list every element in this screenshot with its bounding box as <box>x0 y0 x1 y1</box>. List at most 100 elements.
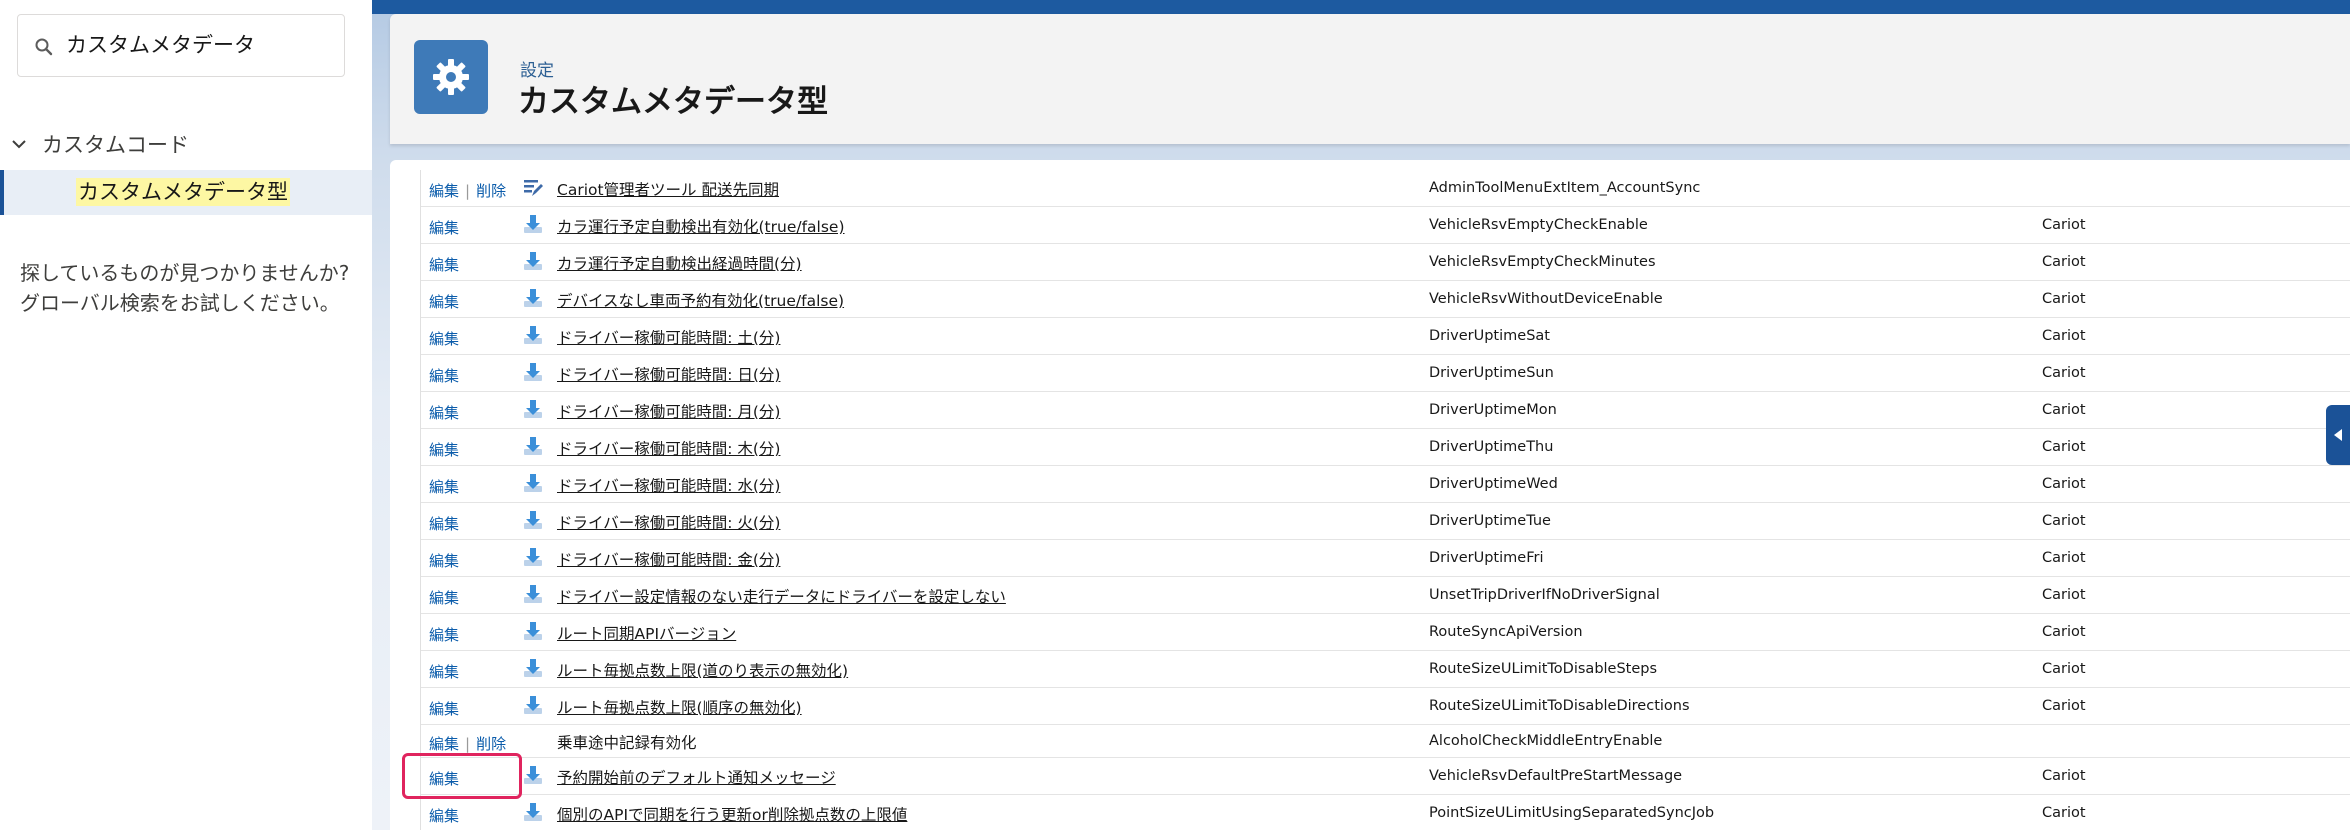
edit-link[interactable]: 編集 <box>429 552 459 570</box>
edit-link[interactable]: 編集 <box>429 663 459 681</box>
row-actions: 編集 <box>429 661 459 682</box>
edit-link[interactable]: 編集 <box>429 700 459 718</box>
row-actions: 編集 <box>429 291 459 312</box>
side-panel-toggle[interactable] <box>2326 405 2350 465</box>
table-row: 編集 ドライバー稼働可能時間: 木(分) DriverUptimeThu Cariot <box>421 429 2350 466</box>
api-name: DriverUptimeWed <box>1429 476 1558 492</box>
edit-link[interactable]: 編集 <box>429 330 459 348</box>
edit-link[interactable]: 編集 <box>429 219 459 237</box>
namespace-prefix: Cariot <box>2042 439 2086 455</box>
api-name: AlcoholCheckMiddleEntryEnable <box>1429 733 1663 749</box>
tree-node-custom-metadata-types[interactable]: カスタムメタデータ型 <box>0 170 372 215</box>
edit-link[interactable]: 編集 <box>429 441 459 459</box>
download-icon <box>522 509 544 531</box>
download-icon <box>522 435 544 457</box>
table-row: 編集 デバイスなし車両予約有効化(true/false) VehicleRsvWit… <box>421 281 2350 318</box>
download-icon <box>522 287 544 309</box>
metadata-type-label-link[interactable]: ドライバー稼働可能時間: 火(分) <box>557 511 780 533</box>
table-row: 編集 ドライバー稼働可能時間: 土(分) DriverUptimeSat Cariot <box>421 318 2350 355</box>
api-name: DriverUptimeSun <box>1429 365 1554 381</box>
metadata-type-label-link[interactable]: ルート毎拠点数上限(順序の無効化) <box>557 696 802 718</box>
row-actions: 編集 <box>429 439 459 460</box>
download-icon <box>522 472 544 494</box>
table-row: 編集 ルート同期APIバージョン RouteSyncApiVersion Cariot <box>421 614 2350 651</box>
help-line: グローバル検索をお試しください。 <box>20 291 340 315</box>
delete-link[interactable]: 削除 <box>476 735 506 753</box>
table-row: 編集 カラ運行予定自動検出有効化(true/false) VehicleRsvEmp… <box>421 207 2350 244</box>
download-icon <box>522 361 544 383</box>
edit-link[interactable]: 編集 <box>429 404 459 422</box>
api-name: VehicleRsvEmptyCheckMinutes <box>1429 254 1656 270</box>
metadata-type-label-link[interactable]: ドライバー稼働可能時間: 月(分) <box>557 400 780 422</box>
download-icon <box>522 398 544 420</box>
metadata-type-label-link[interactable]: ドライバー稼働可能時間: 木(分) <box>557 437 780 459</box>
edit-link[interactable]: 編集 <box>429 182 459 200</box>
namespace-prefix: Cariot <box>2042 402 2086 418</box>
row-actions: 編集 <box>429 476 459 497</box>
edit-link[interactable]: 編集 <box>429 256 459 274</box>
metadata-type-label-link[interactable]: ルート同期APIバージョン <box>557 622 736 644</box>
metadata-type-label-link[interactable]: ドライバー稼働可能時間: 金(分) <box>557 548 780 570</box>
quick-find-search[interactable]: カスタムメタデータ <box>17 14 345 77</box>
metadata-type-label-link[interactable]: ドライバー稼働可能時間: 水(分) <box>557 474 780 496</box>
namespace-prefix: Cariot <box>2042 513 2086 529</box>
api-name: DriverUptimeSat <box>1429 328 1550 344</box>
metadata-type-label-link[interactable]: カラ運行予定自動検出経過時間(分) <box>557 252 802 274</box>
caret-left-icon <box>2334 429 2342 441</box>
table-row: 編集 ドライバー設定情報のない走行データにドライバーを設定しない UnsetTrip… <box>421 577 2350 614</box>
metadata-type-label-link[interactable]: 個別のAPIで同期を行う更新or削除拠点数の上限値 <box>557 803 907 825</box>
table-row: 編集 ドライバー稼働可能時間: 水(分) DriverUptimeWed Cariot <box>421 466 2350 503</box>
row-actions: 編集 <box>429 513 459 534</box>
edit-link[interactable]: 編集 <box>429 735 459 753</box>
row-actions: 編集 | 削除 <box>429 733 506 754</box>
edit-link[interactable]: 編集 <box>429 589 459 607</box>
download-icon <box>522 620 544 642</box>
delete-link[interactable]: 削除 <box>476 182 506 200</box>
row-actions: 編集 <box>429 402 459 423</box>
metadata-type-label-link[interactable]: ドライバー稼働可能時間: 日(分) <box>557 363 780 385</box>
help-text: 探しているものが見つかりませんか? グローバル検索をお試しください。 <box>20 258 349 318</box>
metadata-type-label-link[interactable]: 予約開始前のデフォルト通知メッセージ <box>557 766 836 788</box>
api-name: VehicleRsvWithoutDeviceEnable <box>1429 291 1663 307</box>
row-actions: 編集 <box>429 698 459 719</box>
action-separator: | <box>465 735 471 753</box>
row-actions: 編集 <box>429 550 459 571</box>
edit-link[interactable]: 編集 <box>429 293 459 311</box>
metadata-type-label-link[interactable]: 乗車途中記録有効化 <box>557 731 697 753</box>
api-name: DriverUptimeMon <box>1429 402 1557 418</box>
row-actions: 編集 <box>429 587 459 608</box>
row-actions: 編集 <box>429 624 459 645</box>
table-row: 編集 個別のAPIで同期を行う更新or削除拠点数の上限値 PointSizeULim… <box>421 795 2350 830</box>
pencil-doc-icon <box>522 176 544 198</box>
highlight-annotation <box>402 753 522 799</box>
metadata-type-label-link[interactable]: ドライバー設定情報のない走行データにドライバーを設定しない <box>557 585 1006 607</box>
metadata-type-label-link[interactable]: Cariot管理者ツール 配送先同期 <box>557 178 779 200</box>
table-row: 編集 予約開始前のデフォルト通知メッセージ VehicleRsvDefaultPre… <box>421 758 2350 795</box>
api-name: DriverUptimeTue <box>1429 513 1551 529</box>
download-icon <box>522 694 544 716</box>
edit-link[interactable]: 編集 <box>429 807 459 825</box>
api-name: PointSizeULimitUsingSeparatedSyncJob <box>1429 805 1715 821</box>
metadata-type-label-link[interactable]: デバイスなし車両予約有効化(true/false) <box>557 289 844 311</box>
api-name: UnsetTripDriverIfNoDriverSignal <box>1429 587 1660 603</box>
metadata-type-label-link[interactable]: カラ運行予定自動検出有効化(true/false) <box>557 215 845 237</box>
api-name: RouteSizeULimitToDisableSteps <box>1429 661 1658 677</box>
chevron-down-icon[interactable] <box>10 135 28 153</box>
search-input[interactable]: カスタムメタデータ <box>66 31 255 59</box>
main-area: 設定 カスタムメタデータ型 編集 | 削除 Cariot管理者ツール 配送先同期 Adm… <box>372 0 2350 830</box>
setup-sidebar: カスタムメタデータ カスタムコード カスタムメタデータ型 探しているものが見つか… <box>0 0 372 830</box>
metadata-type-table: 編集 | 削除 Cariot管理者ツール 配送先同期 AdminToolMenuExtI… <box>420 170 2350 830</box>
table-row: 編集 | 削除 Cariot管理者ツール 配送先同期 AdminToolMenuExtI… <box>421 170 2350 207</box>
edit-link[interactable]: 編集 <box>429 367 459 385</box>
edit-link[interactable]: 編集 <box>429 515 459 533</box>
api-name: RouteSizeULimitToDisableDirections <box>1429 698 1690 714</box>
page-title: カスタムメタデータ型 <box>518 84 828 120</box>
download-icon <box>522 583 544 605</box>
namespace-prefix: Cariot <box>2042 587 2086 603</box>
tree-node-custom-code[interactable]: カスタムコード <box>10 128 189 160</box>
edit-link[interactable]: 編集 <box>429 626 459 644</box>
download-icon <box>522 764 544 786</box>
edit-link[interactable]: 編集 <box>429 478 459 496</box>
metadata-type-label-link[interactable]: ルート毎拠点数上限(道のり表示の無効化) <box>557 659 848 681</box>
metadata-type-label-link[interactable]: ドライバー稼働可能時間: 土(分) <box>557 326 780 348</box>
